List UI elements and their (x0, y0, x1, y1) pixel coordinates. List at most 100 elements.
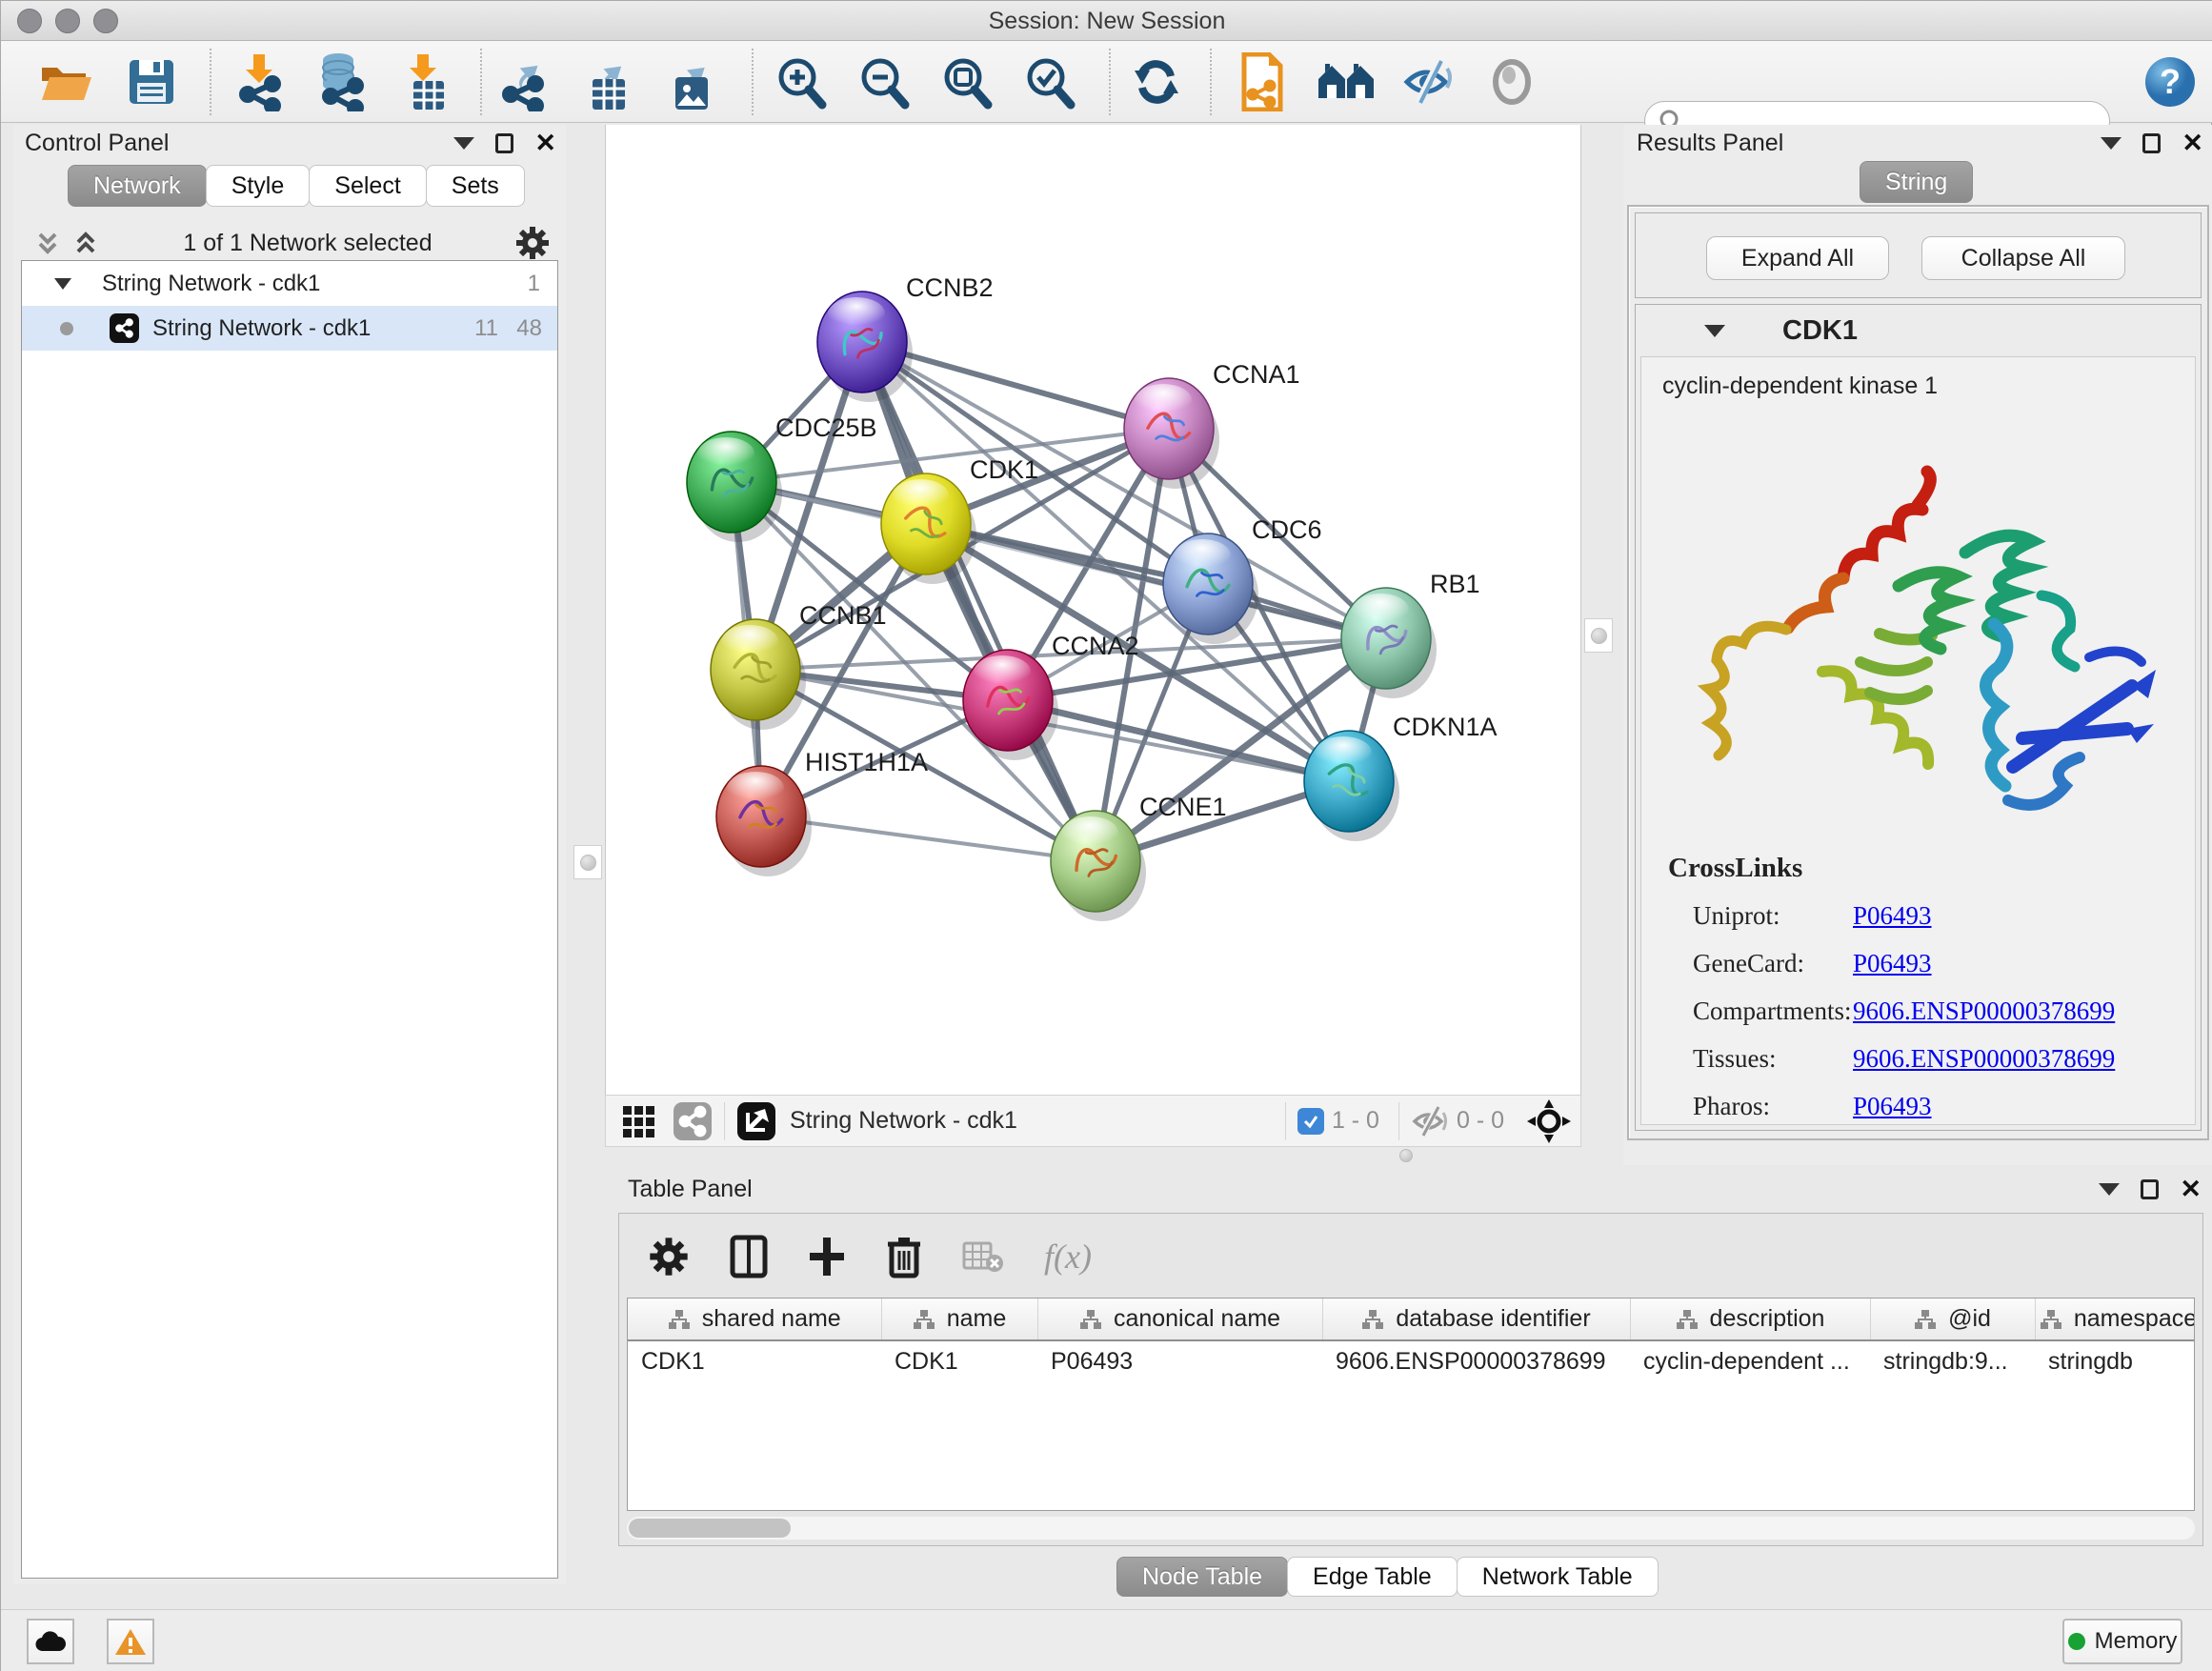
column-header--id[interactable]: @id (1870, 1299, 2035, 1340)
table-horizontal-scrollbar[interactable] (627, 1517, 2195, 1540)
network-collection-row[interactable]: String Network - cdk1 1 (22, 261, 557, 306)
column-attribute-icon (1914, 1308, 1937, 1331)
protein-node[interactable]: HIST1H1A (716, 748, 928, 876)
table-row[interactable]: CDK1CDK1P064939606.ENSP00000378699cyclin… (628, 1340, 2195, 1382)
expand-all-button[interactable]: Expand All (1706, 236, 1889, 280)
string-network-graph[interactable]: CCNB2CCNA1CDC25BCDK1CDC6RB1CCNB1CCNA2CDK… (606, 125, 1582, 1095)
import-network-from-file-button[interactable] (229, 53, 290, 111)
panel-close-icon[interactable]: ✕ (2182, 131, 2203, 156)
import-table-from-file-button[interactable] (395, 53, 456, 111)
column-header-database-identifier[interactable]: database identifier (1322, 1299, 1630, 1340)
export-network-to-file-button[interactable] (495, 53, 556, 111)
protein-node[interactable]: CDKN1A (1304, 713, 1498, 841)
left-splitter-handle[interactable] (573, 845, 602, 879)
table-cell[interactable]: CDK1 (628, 1340, 881, 1382)
fit-selected-crosshair-icon[interactable] (1527, 1099, 1571, 1143)
collapse-all-chevron-icon[interactable] (32, 227, 63, 259)
cloud-status-button[interactable] (27, 1619, 74, 1664)
table-cell[interactable]: CDK1 (881, 1340, 1037, 1382)
memory-button[interactable]: Memory (2062, 1619, 2182, 1664)
panel-menu-icon[interactable] (453, 137, 474, 150)
crosslink-link[interactable]: P06493 (1853, 1092, 1932, 1121)
memory-status-dot-icon (2068, 1633, 2085, 1650)
protein-node[interactable]: CDC6 (1163, 515, 1322, 644)
expand-all-chevron-icon[interactable] (70, 227, 101, 259)
node-table[interactable]: shared namenamecanonical namedatabase id… (627, 1298, 2195, 1511)
collapse-all-button[interactable]: Collapse All (1921, 236, 2125, 280)
tab-network[interactable]: Network (68, 165, 207, 207)
main-toolbar: ? (1, 41, 2212, 123)
network-row[interactable]: String Network - cdk1 11 48 (22, 306, 557, 351)
table-cell[interactable]: P06493 (1037, 1340, 1322, 1382)
tab-edge-table[interactable]: Edge Table (1287, 1557, 1458, 1597)
table-cell[interactable]: stringdb:9... (1870, 1340, 2035, 1382)
table-cell[interactable]: cyclin-dependent ... (1630, 1340, 1870, 1382)
panel-float-icon[interactable] (2141, 1179, 2159, 1199)
zoom-fit-content-button[interactable] (936, 53, 997, 111)
panel-close-icon[interactable]: ✕ (2180, 1177, 2202, 1202)
column-header-canonical-name[interactable]: canonical name (1037, 1299, 1322, 1340)
help-button[interactable]: ? (2140, 53, 2201, 111)
column-header-label: namespace (2074, 1305, 2195, 1333)
create-column-plus-icon[interactable] (808, 1236, 846, 1278)
export-image-button[interactable] (660, 53, 721, 111)
new-network-from-selection-button[interactable] (1231, 53, 1292, 111)
toolbar-separator (480, 49, 482, 115)
column-header-namespace[interactable]: namespace (2035, 1299, 2195, 1340)
detach-view-icon[interactable] (736, 1101, 776, 1141)
section-collapse-icon[interactable] (1704, 325, 1725, 337)
table-cell[interactable]: stringdb (2035, 1340, 2195, 1382)
crosslink-link[interactable]: P06493 (1853, 949, 1932, 978)
control-panel-title: Control Panel (25, 130, 169, 157)
show-all-button[interactable] (1481, 53, 1542, 111)
node-label: CCNA1 (1213, 360, 1300, 389)
crosslink-link[interactable]: 9606.ENSP00000378699 (1853, 997, 2115, 1026)
tab-select[interactable]: Select (309, 165, 426, 207)
panel-menu-icon[interactable] (2101, 137, 2122, 150)
protein-node[interactable]: RB1 (1341, 570, 1480, 698)
hide-selected-button[interactable] (1398, 53, 1459, 111)
update-network-button[interactable] (1126, 53, 1187, 111)
gear-icon[interactable] (648, 1236, 690, 1278)
tab-network-table[interactable]: Network Table (1457, 1557, 1659, 1597)
protein-node[interactable]: CCNE1 (1051, 793, 1227, 921)
export-table-to-file-button[interactable] (577, 53, 638, 111)
zoom-out-button[interactable] (854, 53, 915, 111)
tree-expand-icon[interactable] (54, 278, 71, 290)
zoom-in-button[interactable] (771, 53, 832, 111)
share-view-icon[interactable] (673, 1101, 713, 1141)
network-view-canvas[interactable]: CCNB2CCNA1CDC25BCDK1CDC6RB1CCNB1CCNA2CDK… (605, 125, 1581, 1095)
tab-style[interactable]: Style (206, 165, 311, 207)
selected-checkbox[interactable] (1297, 1108, 1324, 1135)
crosslink-link[interactable]: 9606.ENSP00000378699 (1853, 1044, 2115, 1074)
delete-column-trash-icon[interactable] (886, 1235, 922, 1278)
gear-icon[interactable] (514, 225, 551, 261)
scrollbar-thumb[interactable] (629, 1519, 791, 1538)
save-session-button[interactable] (121, 53, 182, 111)
panel-menu-icon[interactable] (2099, 1183, 2120, 1196)
tab-sets[interactable]: Sets (426, 165, 525, 207)
panel-close-icon[interactable]: ✕ (534, 131, 556, 156)
title-bar: Session: New Session (1, 1, 2212, 41)
column-header-shared-name[interactable]: shared name (628, 1299, 881, 1340)
panel-float-icon[interactable] (495, 133, 513, 153)
right-splitter-handle[interactable] (1584, 618, 1613, 653)
column-header-name[interactable]: name (881, 1299, 1037, 1340)
warnings-button[interactable] (107, 1619, 154, 1664)
column-header-description[interactable]: description (1630, 1299, 1870, 1340)
crosslink-row: Compartments:9606.ENSP00000378699 (1668, 997, 2176, 1026)
first-neighbors-button[interactable] (1316, 53, 1377, 111)
tab-node-table[interactable]: Node Table (1116, 1557, 1288, 1597)
show-columns-icon[interactable] (730, 1235, 768, 1278)
crosslink-label: Uniprot: (1668, 901, 1809, 931)
table-cell[interactable]: 9606.ENSP00000378699 (1322, 1340, 1630, 1382)
panel-float-icon[interactable] (2142, 133, 2161, 153)
birds-eye-view-icon[interactable] (621, 1102, 659, 1140)
crosslink-link[interactable]: P06493 (1853, 901, 1932, 931)
tab-string[interactable]: String (1860, 161, 1973, 203)
zoom-fit-icon (940, 54, 994, 110)
gene-section-header[interactable]: CDK1 (1636, 305, 2201, 356)
import-network-from-database-button[interactable] (310, 53, 371, 111)
open-session-button[interactable] (35, 53, 96, 111)
zoom-selected-button[interactable] (1019, 53, 1080, 111)
